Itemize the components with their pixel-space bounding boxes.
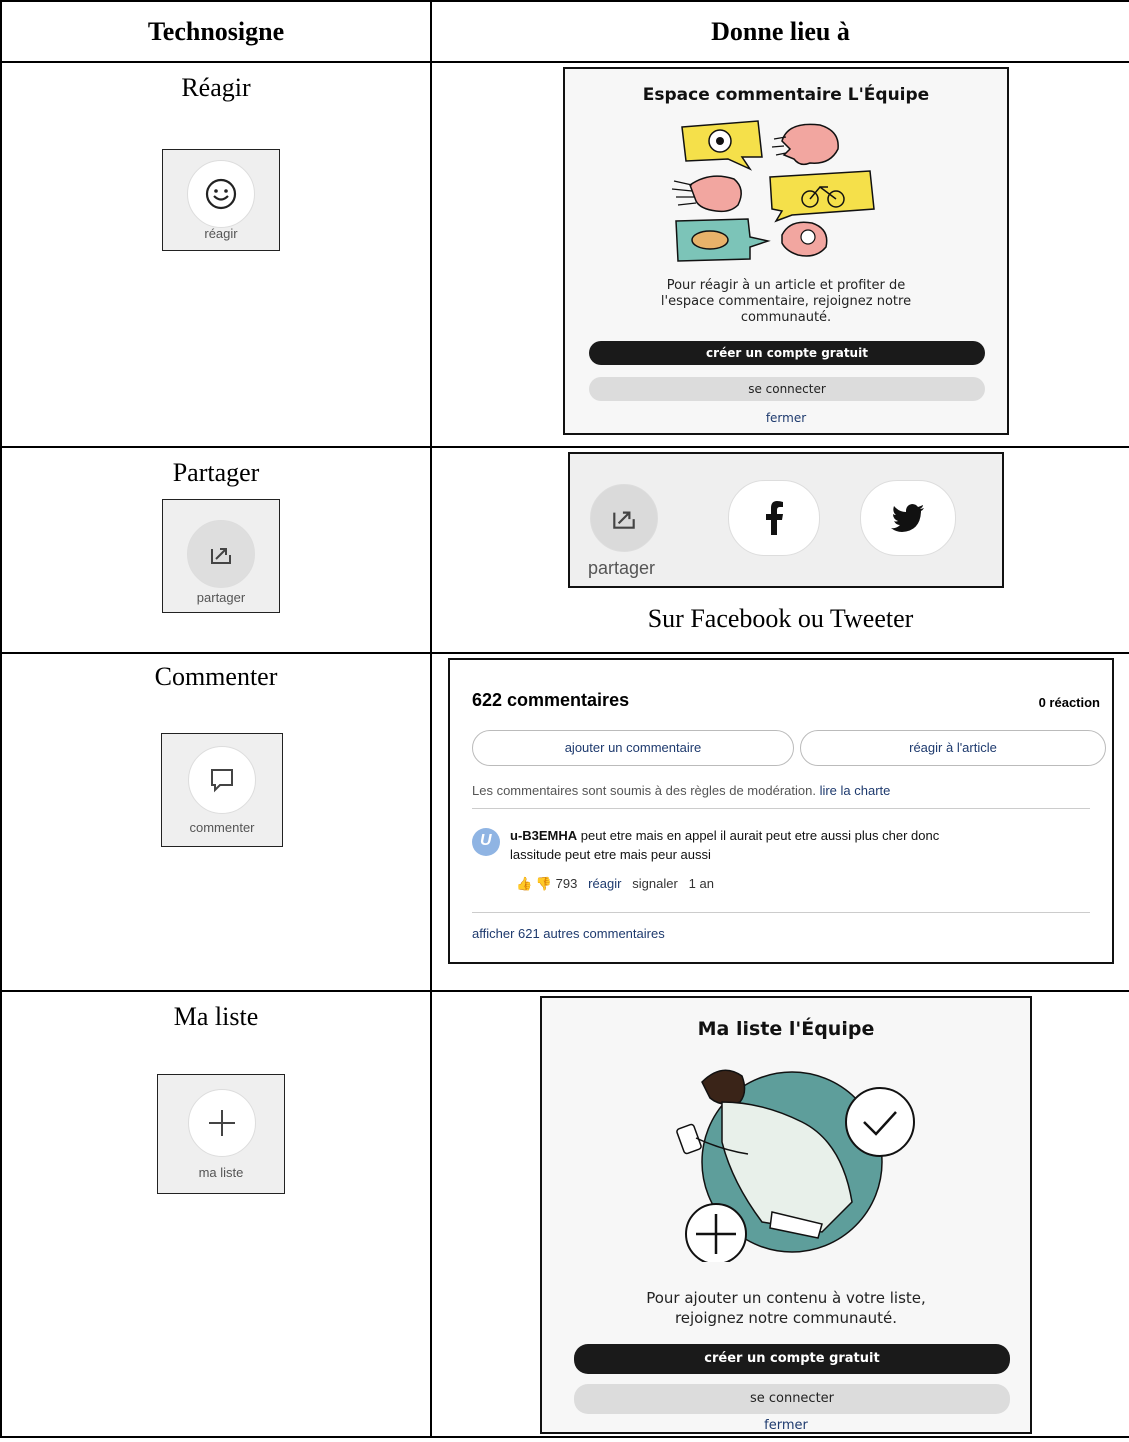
row-maliste-left: Ma liste ma liste (0, 990, 432, 1438)
comment-text: u-B3EMHA peut etre mais en appel il aura… (510, 826, 1090, 864)
partager-tech-box: partager (162, 499, 280, 613)
create-account-button[interactable]: créer un compte gratuit (589, 341, 985, 365)
comment-icon (211, 769, 233, 793)
row-maliste-right: Ma liste l'Équipe Pour ajouter un conten… (430, 990, 1129, 1438)
avatar-initial: U (480, 832, 492, 849)
more-comments-link[interactable]: afficher 621 autres commentaires (472, 926, 665, 941)
charter-link[interactable]: lire la charte (820, 783, 891, 798)
commenter-label: commenter (189, 820, 255, 835)
panel-title: Espace commentaire L'Équipe (642, 85, 930, 105)
reagir-tech-box: réagir (162, 149, 280, 251)
row-label: Partager (172, 458, 260, 487)
add-comment-button[interactable]: ajouter un commentaire (472, 730, 794, 766)
login-button[interactable]: se connecter (574, 1384, 1010, 1414)
comment-user[interactable]: u-B3EMHA (510, 828, 577, 843)
comment-button[interactable] (188, 746, 256, 814)
panel-title: Ma liste l'Équipe (697, 1018, 875, 1040)
panel-text-line3: communauté. (740, 310, 832, 325)
share-icon (211, 548, 231, 564)
divider (472, 912, 1090, 913)
technosigne-table: Technosigne Donne lieu à Réagir réagir E… (0, 0, 1129, 1438)
row-reagir-right: Espace commentaire L'Équipe Pour réagir … (430, 61, 1129, 448)
comment-body-line2: lassitude peut etre mais peur aussi (510, 847, 711, 862)
row-label: Réagir (181, 73, 251, 102)
row-commenter-right: 622 commentaires 0 réaction ajouter un c… (430, 652, 1129, 992)
report-link[interactable]: signaler (632, 876, 678, 891)
close-link[interactable]: fermer (565, 411, 1007, 425)
header-technosigne: Technosigne (0, 0, 432, 63)
panel-text-line1: Pour réagir à un article et profiter de (666, 278, 906, 293)
close-link[interactable]: fermer (542, 1418, 1030, 1433)
twitter-button[interactable] (860, 480, 956, 556)
add-to-list-button[interactable] (188, 1089, 256, 1157)
comment-body-line1: peut etre mais en appel il aurait peut e… (580, 828, 940, 843)
plus-icon (209, 1110, 235, 1136)
maliste-tech-box: ma liste (157, 1074, 285, 1194)
reagir-button[interactable] (187, 160, 255, 228)
speech-illustration (671, 120, 875, 262)
person-illustration (676, 1069, 915, 1262)
panel-text-line1: Pour ajouter un contenu à votre liste, (646, 1289, 926, 1307)
commenter-tech-box: commenter (161, 733, 283, 847)
avatar[interactable]: U (472, 828, 500, 856)
panel-text-line2: l'espace commentaire, rejoignez notre (660, 294, 912, 309)
facebook-icon (766, 501, 783, 535)
panel-text-line2: rejoignez notre communauté. (674, 1309, 898, 1327)
share-circle[interactable] (590, 484, 658, 552)
row-label: Ma liste (173, 1002, 259, 1031)
smiley-icon (205, 178, 237, 210)
reagir-label: réagir (204, 226, 238, 241)
comment-age: 1 an (688, 876, 714, 891)
share-button[interactable] (187, 520, 255, 588)
login-button[interactable]: se connecter (589, 377, 985, 401)
reply-link[interactable]: réagir (588, 876, 621, 891)
facebook-button[interactable] (728, 480, 820, 556)
twitter-icon (891, 504, 924, 532)
share-label: partager (588, 558, 656, 578)
row-commenter-left: Commenter commenter (0, 652, 432, 992)
header-donne-lieu: Donne lieu à (430, 0, 1129, 63)
comment-actions: 👍 👎 793 réagir signaler 1 an (516, 876, 714, 892)
share-icon (613, 511, 635, 529)
reaction-count: 0 réaction (1038, 695, 1100, 710)
thumbs-down-icon[interactable]: 👎 (536, 876, 552, 891)
share-caption: Sur Facebook ou Tweeter (647, 604, 914, 633)
comments-count: 622 commentaires (472, 690, 630, 710)
maliste-label: ma liste (198, 1165, 244, 1180)
row-label: Commenter (154, 662, 278, 691)
comments-panel: 622 commentaires 0 réaction ajouter un c… (448, 658, 1114, 964)
divider (472, 808, 1090, 809)
partager-label: partager (196, 590, 246, 605)
vote-count: 793 (555, 876, 578, 891)
row-partager-left: Partager partager (0, 446, 432, 654)
share-options-box: partager (568, 452, 1004, 588)
create-account-button[interactable]: créer un compte gratuit (574, 1344, 1010, 1374)
moderation-text: Les commentaires sont soumis à des règle… (472, 783, 890, 798)
comment-space-panel: Espace commentaire L'Équipe Pour réagir … (563, 67, 1009, 435)
react-article-button[interactable]: réagir à l'article (800, 730, 1106, 766)
my-list-panel: Ma liste l'Équipe Pour ajouter un conten… (540, 996, 1032, 1434)
thumbs-up-icon[interactable]: 👍 (516, 876, 532, 891)
row-partager-right: partager Sur Facebook ou Tweeter (430, 446, 1129, 654)
moderation-notice: Les commentaires sont soumis à des règle… (472, 783, 816, 798)
row-reagir-left: Réagir réagir (0, 61, 432, 448)
